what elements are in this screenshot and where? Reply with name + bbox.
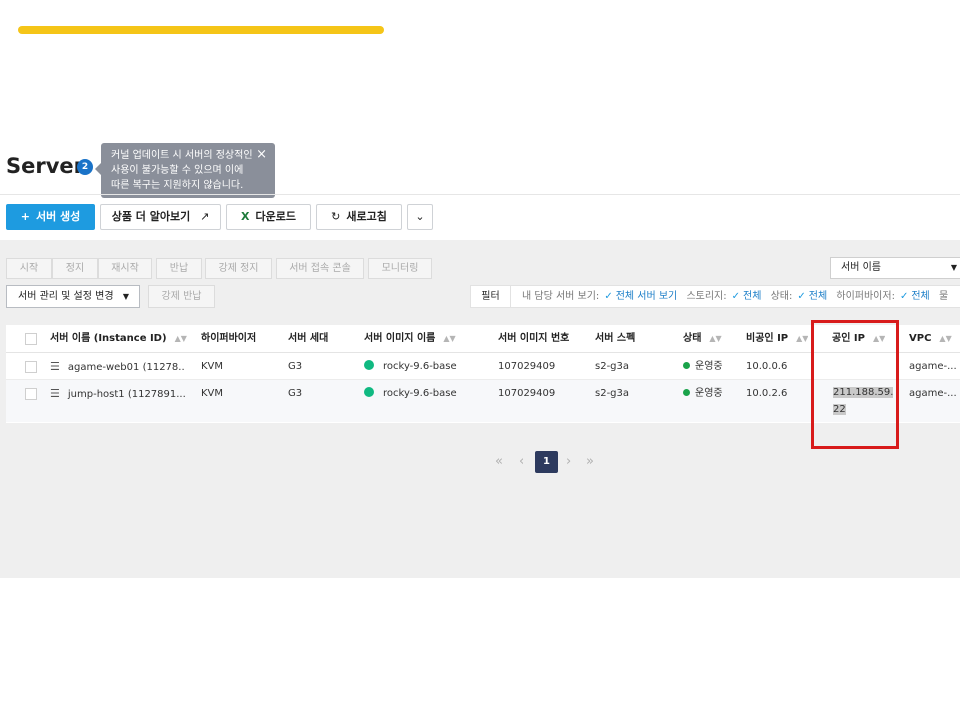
external-link-icon: ↗ — [200, 210, 210, 223]
column-header-private-ip[interactable]: 비공인 IP ▲▼ — [746, 325, 808, 353]
generation-cell: G3 — [288, 361, 303, 372]
tooltip-close-icon[interactable]: × — [256, 147, 267, 162]
kernel-update-tooltip: 커널 업데이트 시 서버의 정상적인 사용이 불가능할 수 있으며 이에 따른 … — [95, 143, 275, 198]
row-checkbox[interactable] — [25, 388, 37, 400]
tooltip-line: 사용이 불가능할 수 있으며 이에 — [111, 165, 244, 176]
column-header-spec: 서버 스펙 — [595, 333, 636, 344]
force-return-button[interactable]: 강제 반납 — [148, 285, 215, 308]
status-running-icon — [683, 389, 690, 396]
column-header-vpc[interactable]: VPC ▲▼ — [909, 325, 952, 353]
filter-bar: 필터 내 담당 서버 보기: ✓ 전체 서버 보기 스토리지: ✓ 전체 상태: ✓ 전체 … — [470, 285, 960, 308]
stop-button[interactable]: 정지 — [52, 258, 98, 279]
status-cell: 운영중 — [683, 380, 723, 407]
server-icon: ☰ — [50, 387, 60, 400]
column-header-status[interactable]: 상태 ▲▼ — [683, 325, 722, 353]
caret-down-icon: ▼ — [122, 292, 129, 301]
first-page-button[interactable]: « — [495, 451, 503, 473]
image-no-cell: 107029409 — [498, 388, 556, 399]
create-server-button[interactable]: + 서버 생성 — [6, 204, 95, 230]
tooltip-line: 따른 복구는 지원하지 않습니다. — [111, 180, 244, 191]
hypervisor-cell: KVM — [201, 361, 224, 372]
sort-icon: ▲▼ — [443, 334, 456, 343]
column-header-generation: 서버 세대 — [288, 333, 329, 344]
image-name-cell: rocky-9.6-base — [364, 353, 457, 380]
image-no-cell: 107029409 — [498, 361, 556, 372]
filter-button[interactable]: 필터 — [471, 286, 511, 307]
check-icon: ✓ — [731, 291, 741, 302]
header-divider — [0, 194, 960, 195]
spec-cell: s2-g3a — [595, 388, 630, 399]
image-name-cell: rocky-9.6-base — [364, 380, 457, 407]
manage-settings-dropdown[interactable]: 서버 관리 및 설정 변경 ▼ — [6, 285, 140, 308]
next-page-button[interactable]: › — [566, 451, 571, 473]
sort-icon: ▲▼ — [174, 334, 187, 343]
refresh-icon: ↻ — [331, 210, 341, 223]
row-checkbox[interactable] — [25, 361, 37, 373]
sort-icon: ▲▼ — [796, 334, 809, 343]
check-icon: ✓ — [797, 291, 806, 302]
private-ip-cell: 10.0.2.6 — [746, 388, 788, 399]
excel-icon: X — [241, 210, 250, 223]
learn-more-button[interactable]: 상품 더 알아보기 ↗ — [100, 204, 221, 230]
generation-cell: G3 — [288, 388, 303, 399]
private-ip-cell: 10.0.0.6 — [746, 361, 788, 372]
column-header-name[interactable]: 서버 이름 (Instance ID) ▲▼ — [50, 325, 187, 353]
monitoring-button[interactable]: 모니터링 — [368, 258, 432, 279]
refresh-button[interactable]: ↻ 새로고침 — [316, 204, 402, 230]
caret-down-icon: ▼ — [950, 263, 957, 272]
server-console-button[interactable]: 서버 접속 콘솔 — [276, 258, 364, 279]
filter-summary[interactable]: 내 담당 서버 보기: ✓ 전체 서버 보기 스토리지: ✓ 전체 상태: ✓ 전체 하이퍼… — [522, 286, 948, 307]
rocky-linux-icon — [364, 387, 374, 397]
tooltip-line: 커널 업데이트 시 서버의 정상적인 — [111, 150, 253, 161]
highlight-bar — [18, 26, 384, 34]
public-ip-highlight-box — [811, 320, 899, 449]
server-count-badge: 2 — [77, 159, 93, 175]
search-field-select[interactable]: 서버 이름 ▼ — [830, 257, 960, 279]
vpc-cell: agame-... — [909, 388, 957, 399]
status-cell: 운영중 — [683, 353, 723, 380]
column-header-image-name[interactable]: 서버 이미지 이름 ▲▼ — [364, 325, 456, 353]
hypervisor-cell: KVM — [201, 388, 224, 399]
more-options-button[interactable]: ⌄ — [407, 204, 433, 230]
rocky-linux-icon — [364, 360, 374, 370]
download-button[interactable]: X 다운로드 — [226, 204, 311, 230]
column-header-image-no: 서버 이미지 번호 — [498, 333, 570, 344]
sort-icon: ▲▼ — [709, 334, 722, 343]
last-page-button[interactable]: » — [586, 451, 594, 473]
check-icon: ✓ — [899, 291, 909, 302]
sort-icon: ▲▼ — [939, 334, 952, 343]
prev-page-button[interactable]: ‹ — [519, 451, 524, 473]
column-header-hypervisor: 하이퍼바이저 — [201, 333, 257, 344]
spec-cell: s2-g3a — [595, 361, 630, 372]
restart-button[interactable]: 재시작 — [98, 258, 152, 279]
server-name-cell[interactable]: ☰ jump-host1 (1127891... — [50, 380, 185, 407]
server-icon: ☰ — [50, 360, 60, 373]
status-running-icon — [683, 362, 690, 369]
page-title: Server — [6, 154, 85, 178]
plus-icon: + — [20, 210, 30, 223]
return-button[interactable]: 반납 — [156, 258, 202, 279]
page-number-current[interactable]: 1 — [535, 451, 558, 473]
vpc-cell: agame-... — [909, 361, 957, 372]
force-stop-button[interactable]: 강제 정지 — [205, 258, 272, 279]
server-name-cell[interactable]: ☰ agame-web01 (11278... — [50, 353, 185, 380]
check-icon: ✓ — [604, 291, 613, 302]
chevron-down-icon: ⌄ — [415, 210, 425, 223]
select-all-checkbox[interactable] — [25, 333, 37, 345]
start-button[interactable]: 시작 — [6, 258, 52, 279]
